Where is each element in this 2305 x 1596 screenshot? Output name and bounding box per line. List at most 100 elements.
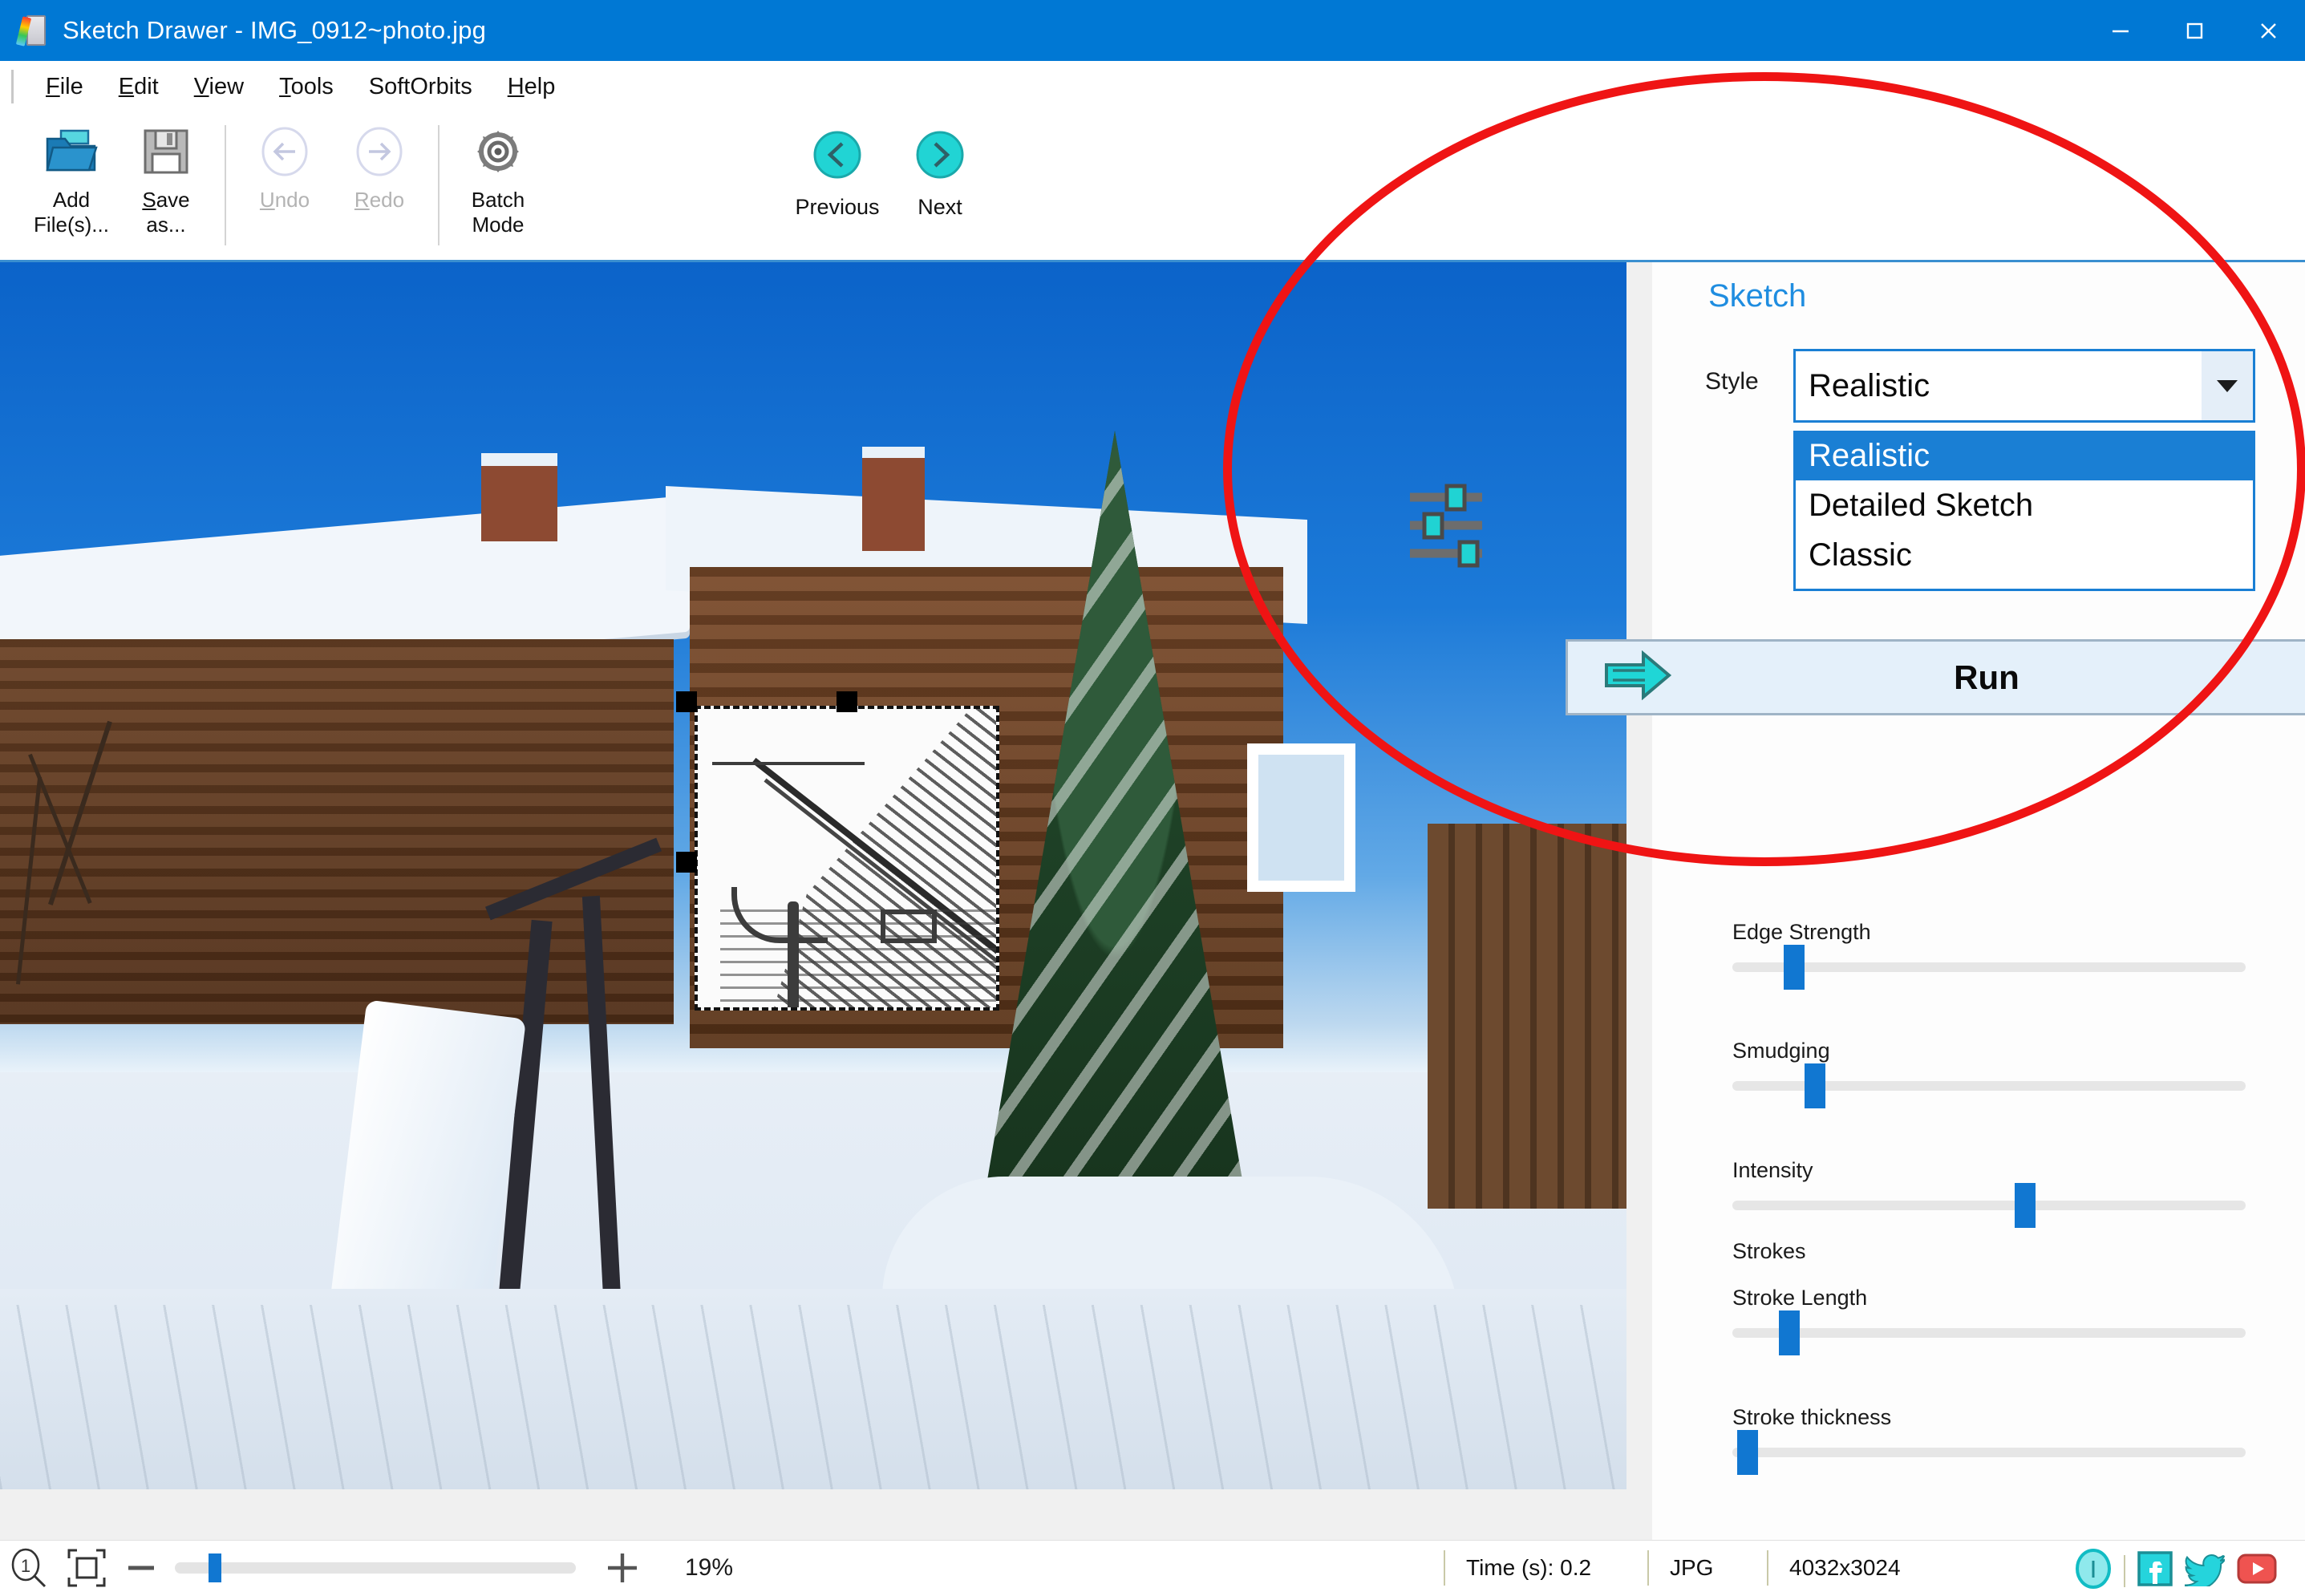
chevron-right-circle-icon bbox=[915, 130, 965, 184]
selection-handle-top-center[interactable] bbox=[837, 691, 857, 712]
undo-label: Undo bbox=[259, 188, 310, 212]
slider-thumb[interactable] bbox=[1784, 945, 1805, 990]
save-as-label: Save as... bbox=[142, 188, 190, 237]
previous-button[interactable]: Previous bbox=[786, 112, 889, 257]
status-bar: 1 19% Time (s): 0.2 JPG 4032x3024 bbox=[0, 1540, 2305, 1596]
dropdown-option-classic[interactable]: Classic bbox=[1796, 530, 2253, 580]
menu-item-view[interactable]: View bbox=[176, 69, 261, 105]
app-icon bbox=[15, 15, 50, 47]
status-info-group: Time (s): 0.2 JPG 4032x3024 bbox=[1444, 1550, 1901, 1586]
zoom-controls: 1 19% bbox=[8, 1547, 733, 1589]
style-dropdown-list[interactable]: Realistic Detailed Sketch Classic bbox=[1793, 431, 2255, 591]
menu-item-softorbits[interactable]: SoftOrbits bbox=[351, 69, 490, 105]
file-tool-group: Add File(s)... Save as... Undo Redo Batc… bbox=[24, 112, 545, 260]
menu-item-tools[interactable]: Tools bbox=[261, 69, 351, 105]
zoom-slider[interactable] bbox=[175, 1553, 576, 1582]
youtube-icon[interactable] bbox=[2236, 1552, 2278, 1590]
minimize-button[interactable] bbox=[2084, 0, 2157, 61]
slider-stroke-thickness[interactable]: Stroke thickness bbox=[1732, 1405, 2246, 1475]
zoom-fit-icon[interactable] bbox=[66, 1547, 107, 1589]
navigation-group: Previous Next bbox=[786, 112, 991, 260]
file-format: JPG bbox=[1670, 1555, 1714, 1580]
undo-arrow-icon bbox=[260, 124, 310, 180]
slider-label: Smudging bbox=[1732, 1039, 1830, 1063]
previous-label: Previous bbox=[795, 195, 880, 219]
slider-track[interactable] bbox=[1732, 945, 2246, 990]
sketch-preview-selection[interactable] bbox=[695, 706, 999, 1011]
redo-arrow-icon bbox=[354, 124, 404, 180]
status-separator bbox=[1647, 1550, 1649, 1586]
zoom-percentage: 19% bbox=[685, 1554, 734, 1581]
style-combobox-value: Realistic bbox=[1809, 367, 1930, 403]
slider-track[interactable] bbox=[1732, 1430, 2246, 1475]
batch-mode-button[interactable]: Batch Mode bbox=[451, 112, 545, 257]
slider-smudging[interactable]: Smudging bbox=[1732, 1039, 2246, 1108]
zoom-slider-thumb[interactable] bbox=[209, 1553, 221, 1582]
status-separator bbox=[1767, 1550, 1768, 1586]
dropdown-option-detailed-sketch[interactable]: Detailed Sketch bbox=[1796, 480, 2253, 530]
slider-thumb[interactable] bbox=[1778, 1310, 1800, 1355]
slider-track[interactable] bbox=[1732, 1183, 2246, 1228]
presets-sliders-icon[interactable] bbox=[1405, 481, 1501, 569]
style-combobox[interactable]: Realistic bbox=[1793, 349, 2255, 423]
run-button[interactable]: Run bbox=[1566, 639, 2305, 715]
slider-thumb[interactable] bbox=[1804, 1063, 1825, 1108]
window-controls bbox=[2084, 0, 2305, 61]
zoom-out-button[interactable] bbox=[124, 1550, 159, 1586]
save-as-button[interactable]: Save as... bbox=[119, 112, 213, 257]
add-files-button[interactable]: Add File(s)... bbox=[24, 112, 119, 257]
batch-mode-label: Batch Mode bbox=[471, 188, 525, 237]
next-button[interactable]: Next bbox=[889, 112, 991, 257]
image-dimensions: 4032x3024 bbox=[1789, 1555, 1901, 1580]
redo-label: Redo bbox=[354, 188, 405, 212]
close-button[interactable] bbox=[2231, 0, 2305, 61]
chevron-down-icon[interactable] bbox=[2202, 351, 2253, 420]
facebook-icon[interactable] bbox=[2137, 1550, 2173, 1591]
twitter-icon[interactable] bbox=[2183, 1551, 2227, 1590]
redo-button[interactable]: Redo bbox=[332, 112, 427, 257]
window-title: Sketch Drawer - IMG_0912~photo.jpg bbox=[63, 16, 487, 44]
selection-handle-top-left[interactable] bbox=[676, 691, 697, 712]
menu-grip bbox=[11, 70, 14, 103]
maximize-button[interactable] bbox=[2157, 0, 2231, 61]
slider-intensity[interactable]: Intensity bbox=[1732, 1158, 2246, 1228]
svg-text:1: 1 bbox=[21, 1556, 30, 1576]
style-row: Style Realistic bbox=[1652, 349, 2305, 423]
info-icon[interactable] bbox=[2074, 1549, 2113, 1593]
menu-item-file[interactable]: File bbox=[28, 69, 101, 105]
zoom-slider-track[interactable] bbox=[175, 1553, 576, 1582]
dropdown-option-realistic[interactable]: Realistic bbox=[1796, 431, 2253, 480]
slider-thumb[interactable] bbox=[1737, 1430, 1759, 1475]
social-separator bbox=[2124, 1554, 2125, 1587]
gear-icon bbox=[474, 124, 522, 180]
toolbar-divider-2 bbox=[438, 125, 440, 245]
open-folder-icon bbox=[45, 124, 98, 180]
image-canvas[interactable] bbox=[0, 262, 1652, 1540]
strokes-section-label: Strokes bbox=[1732, 1239, 2246, 1282]
menu-item-help[interactable]: Help bbox=[490, 69, 573, 105]
zoom-actual-size-icon[interactable]: 1 bbox=[8, 1547, 50, 1589]
slider-stroke-length[interactable]: Stroke Length bbox=[1732, 1286, 2246, 1355]
processing-time: Time (s): 0.2 bbox=[1466, 1555, 1592, 1580]
panel-title: Sketch bbox=[1708, 278, 1807, 314]
slider-thumb[interactable] bbox=[2015, 1183, 2036, 1228]
slider-edge-strength[interactable]: Edge Strength bbox=[1732, 920, 2246, 990]
slider-label: Stroke thickness bbox=[1732, 1405, 1892, 1429]
run-button-label: Run bbox=[1954, 658, 2019, 696]
right-arrow-icon bbox=[1603, 650, 1672, 704]
chevron-left-circle-icon bbox=[812, 130, 862, 184]
menu-bar: File Edit View Tools SoftOrbits Help bbox=[0, 61, 2305, 112]
status-separator bbox=[1444, 1550, 1445, 1586]
menu-item-edit[interactable]: Edit bbox=[101, 69, 176, 105]
next-label: Next bbox=[918, 195, 962, 219]
slider-track[interactable] bbox=[1732, 1310, 2246, 1355]
undo-button[interactable]: Undo bbox=[237, 112, 332, 257]
slider-label: Edge Strength bbox=[1732, 920, 1871, 944]
app-window: Sketch Drawer - IMG_0912~photo.jpg File … bbox=[0, 0, 2305, 1596]
toolbar-divider bbox=[225, 125, 226, 245]
selection-handle-middle-left[interactable] bbox=[676, 852, 697, 873]
social-links bbox=[2074, 1549, 2278, 1593]
zoom-in-button[interactable] bbox=[603, 1549, 642, 1587]
floppy-disk-icon bbox=[143, 124, 189, 180]
slider-track[interactable] bbox=[1732, 1063, 2246, 1108]
